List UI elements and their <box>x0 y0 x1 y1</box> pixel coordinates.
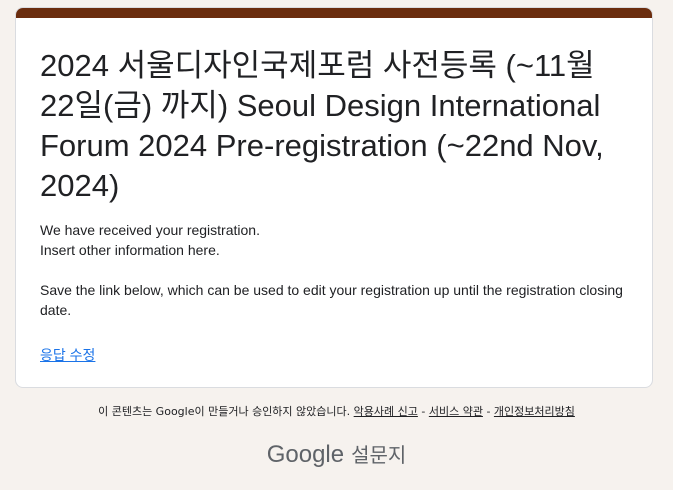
terms-link[interactable]: 서비스 약관 <box>429 405 483 418</box>
confirmation-message-line: We have received your registration. <box>40 222 260 238</box>
report-abuse-link[interactable]: 악용사례 신고 <box>354 405 418 418</box>
edit-response-link[interactable]: 응답 수정 <box>40 345 95 365</box>
product-name: 설문지 <box>351 443 407 467</box>
confirmation-card: 2024 서울디자인국제포럼 사전등록 (~11월 22일(금) 까지) Seo… <box>15 7 653 388</box>
card-accent-bar <box>16 8 652 18</box>
footer-separator: - <box>482 405 494 418</box>
google-forms-logo[interactable]: Google 설문지 <box>0 440 673 471</box>
confirmation-message-line: Save the link below, which can be used t… <box>40 282 623 318</box>
footer-disclaimer: 이 콘텐츠는 Google이 만들거나 승인하지 않았습니다. <box>98 405 351 418</box>
google-wordmark: Google <box>266 441 345 468</box>
form-title: 2024 서울디자인국제포럼 사전등록 (~11월 22일(금) 까지) Seo… <box>40 48 604 203</box>
privacy-link[interactable]: 개인정보처리방침 <box>494 405 575 418</box>
confirmation-message-line: Insert other information here. <box>40 242 220 258</box>
footer-separator: - <box>417 405 429 418</box>
footer: 이 콘텐츠는 Google이 만들거나 승인하지 않았습니다. 악용사례 신고 … <box>0 404 673 420</box>
